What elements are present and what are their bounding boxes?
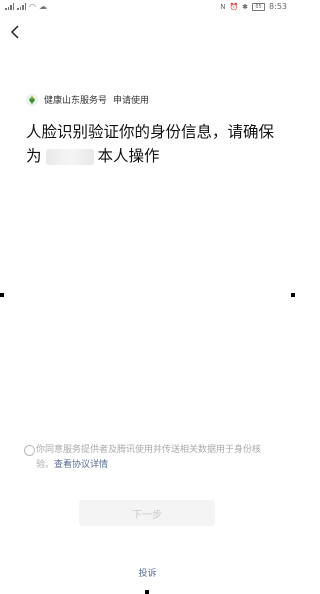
- agreement-block: 你同意服务提供者及腾讯使用并传送相关数据用于身份核验。查看协议详情: [24, 443, 274, 473]
- health-logo-icon: [26, 93, 38, 106]
- agreement-link[interactable]: 查看协议详情: [54, 460, 108, 470]
- masked-name: [45, 148, 94, 165]
- bluetooth-icon: ✱: [242, 2, 249, 11]
- title-text-after: 本人操作: [97, 147, 160, 165]
- complain-link[interactable]: 投诉: [0, 566, 295, 579]
- back-button[interactable]: [6, 22, 24, 42]
- alarm-icon: ⏰: [229, 2, 239, 11]
- signal-icon: [17, 3, 26, 10]
- edge-marker: [291, 293, 295, 297]
- chevron-left-icon: [10, 25, 19, 39]
- status-bar: ◠ ☁ N ⏰ ✱ 65 8:53: [0, 0, 295, 14]
- status-right: N ⏰ ✱ 65 8:53: [220, 2, 287, 11]
- status-left: ◠ ☁: [5, 2, 47, 11]
- battery-icon: 65: [252, 2, 266, 11]
- agree-radio[interactable]: [24, 445, 35, 456]
- nfc-icon: N: [220, 2, 226, 11]
- cloud-icon: ☁: [38, 2, 47, 11]
- next-button[interactable]: 下一步: [79, 500, 215, 526]
- page-title: 人脸识别验证你的身份信息，请确保为 本人操作: [26, 120, 282, 168]
- agreement-text-wrap: 你同意服务提供者及腾讯使用并传送相关数据用于身份核验。查看协议详情: [24, 443, 274, 473]
- app-info: 健康山东服务号 申请使用: [26, 93, 149, 106]
- signal-icon: [5, 3, 14, 10]
- edge-marker: [145, 590, 149, 594]
- wifi-icon: ◠: [29, 2, 36, 11]
- app-name: 健康山东服务号: [44, 96, 108, 106]
- app-request-text: 申请使用: [113, 96, 150, 106]
- edge-marker: [0, 293, 4, 297]
- clock: 8:53: [269, 2, 287, 11]
